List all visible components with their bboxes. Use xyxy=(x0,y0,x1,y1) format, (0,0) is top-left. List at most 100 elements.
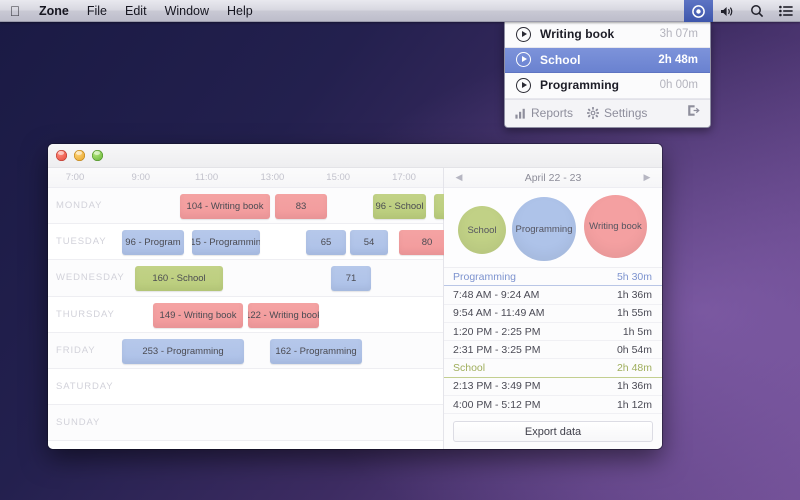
group-name: School xyxy=(453,362,617,374)
task-duration: 0h 00m xyxy=(660,79,698,91)
reports-label: Reports xyxy=(531,106,573,120)
menu-item-edit[interactable]: Edit xyxy=(116,0,156,22)
spotlight-search-icon[interactable] xyxy=(742,0,771,22)
entry-range: 2:13 PM - 3:49 PM xyxy=(453,380,617,392)
timeline-block[interactable]: 71 xyxy=(331,266,371,291)
timeline-block[interactable]: 115 - Programming xyxy=(192,230,260,255)
entry-duration: 1h 36m xyxy=(617,289,652,301)
time-entry-row[interactable]: 1:20 PM - 2:25 PM1h 5m xyxy=(444,323,662,341)
timeline-block[interactable]: 96 - Program xyxy=(122,230,184,255)
window-titlebar[interactable] xyxy=(48,144,662,168)
hour-label: 17:00 xyxy=(392,172,416,183)
entry-group-header[interactable]: Programming5h 30m xyxy=(444,268,662,286)
menu-item-help[interactable]: Help xyxy=(218,0,262,22)
timeline-block[interactable]: 122 - Writing book xyxy=(248,303,319,328)
menu-bar-status-icons xyxy=(684,0,800,22)
detail-panel: ◀ April 22 - 23 ▶ SchoolProgrammingWriti… xyxy=(444,168,662,449)
hour-label: 15:00 xyxy=(326,172,350,183)
task-duration: 3h 07m xyxy=(660,28,698,40)
date-range-nav: ◀ April 22 - 23 ▶ xyxy=(444,168,662,188)
time-entry-list: Programming5h 30m7:48 AM - 9:24 AM1h 36m… xyxy=(444,268,662,416)
close-button[interactable] xyxy=(56,150,67,161)
settings-label: Settings xyxy=(604,106,647,120)
menu-item-window[interactable]: Window xyxy=(156,0,218,22)
day-row: WEDNESDAY160 - School71 xyxy=(48,260,443,296)
export-data-button[interactable]: Export data xyxy=(453,421,653,442)
day-label: SATURDAY xyxy=(56,369,114,404)
timeline-block[interactable]: 65 xyxy=(306,230,346,255)
project-bubble[interactable]: Writing book xyxy=(584,195,647,258)
entry-group-header[interactable]: School2h 48m xyxy=(444,359,662,377)
dropdown-task-school[interactable]: School 2h 48m xyxy=(505,48,710,74)
day-row: MONDAY104 - Writing book8396 - School72 xyxy=(48,188,443,224)
task-label: Programming xyxy=(540,78,660,92)
timeline-block[interactable]: 253 - Programming xyxy=(122,339,244,364)
time-entry-row[interactable]: 2:13 PM - 3:49 PM1h 36m xyxy=(444,378,662,396)
timeline-block[interactable]: 83 xyxy=(275,194,327,219)
day-label: FRIDAY xyxy=(56,333,96,368)
maximize-button[interactable] xyxy=(92,150,103,161)
weekly-timeline: 7:00 9:00 11:00 13:00 15:00 17:00 MONDAY 104 -… xyxy=(48,168,444,449)
timeline-block[interactable]: 149 - Writing book xyxy=(153,303,243,328)
dropdown-footer: Reports Settings xyxy=(505,99,710,127)
zone-status-icon[interactable] xyxy=(684,0,713,22)
day-label: THURSDAY xyxy=(56,297,115,332)
zone-status-dropdown: Writing book 3h 07m School 2h 48m Progra… xyxy=(504,22,711,128)
entry-duration: 0h 54m xyxy=(617,344,652,356)
hour-axis: 7:00 9:00 11:00 13:00 15:00 17:00 xyxy=(48,168,443,188)
project-bubble[interactable]: School xyxy=(458,206,506,254)
bar-chart-icon xyxy=(515,108,526,119)
window-body: 7:00 9:00 11:00 13:00 15:00 17:00 MONDAY 104 -… xyxy=(48,168,662,449)
prev-period-button[interactable]: ◀ xyxy=(453,172,465,183)
hour-label: 11:00 xyxy=(195,172,218,183)
menu-item-file[interactable]: File xyxy=(78,0,116,22)
entry-duration: 1h 12m xyxy=(617,399,652,411)
hour-label: 9:00 xyxy=(132,172,151,183)
group-name: Programming xyxy=(453,271,617,283)
dropdown-task-programming[interactable]: Programming 0h 00m xyxy=(505,73,710,99)
project-bubble[interactable]: Programming xyxy=(512,197,576,261)
entry-range: 1:20 PM - 2:25 PM xyxy=(453,326,623,338)
timeline-block[interactable]: 162 - Programming xyxy=(270,339,362,364)
panel-footer: Export data xyxy=(444,416,662,449)
time-entry-row[interactable]: 4:00 PM - 5:12 PM1h 12m xyxy=(444,396,662,414)
settings-button[interactable]: Settings xyxy=(587,106,647,120)
day-label: TUESDAY xyxy=(56,224,106,259)
timeline-block[interactable]: 160 - School xyxy=(135,266,223,291)
gear-icon xyxy=(587,107,599,119)
exit-arrow-icon[interactable] xyxy=(687,104,700,122)
task-duration: 2h 48m xyxy=(658,54,698,66)
timeline-block[interactable]: 54 xyxy=(350,230,388,255)
volume-icon[interactable] xyxy=(713,0,742,22)
time-entry-row[interactable]: 9:54 AM - 11:49 AM1h 55m xyxy=(444,305,662,323)
notification-center-icon[interactable] xyxy=(771,0,800,22)
menu-bar-left:  Zone File Edit Window Help xyxy=(0,0,262,22)
hour-label: 13:00 xyxy=(261,172,285,183)
timeline-block[interactable]: 96 - School xyxy=(373,194,426,219)
day-label: MONDAY xyxy=(56,188,102,223)
dropdown-task-writing-book[interactable]: Writing book 3h 07m xyxy=(505,22,710,48)
time-entry-row[interactable]: 2:31 PM - 3:25 PM0h 54m xyxy=(444,341,662,359)
play-icon[interactable] xyxy=(516,78,531,93)
day-rows: MONDAY104 - Writing book8396 - School72T… xyxy=(48,188,443,449)
time-entry-row[interactable]: 7:48 AM - 9:24 AM1h 36m xyxy=(444,286,662,304)
next-period-button[interactable]: ▶ xyxy=(641,172,653,183)
day-row: FRIDAY 253 - Programming 162 - Programming xyxy=(48,333,443,369)
entry-duration: 1h 5m xyxy=(623,326,652,338)
apple-logo-icon[interactable]:  xyxy=(0,4,30,18)
play-icon[interactable] xyxy=(516,27,531,42)
hour-label: 7:00 xyxy=(66,172,85,183)
menu-item-zone[interactable]: Zone xyxy=(30,0,78,22)
entry-range: 4:00 PM - 5:12 PM xyxy=(453,399,617,411)
task-label: Writing book xyxy=(540,27,660,41)
minimize-button[interactable] xyxy=(74,150,85,161)
project-bubble-chart: SchoolProgrammingWriting book xyxy=(444,188,662,268)
reports-button[interactable]: Reports xyxy=(515,106,573,120)
entry-duration: 1h 55m xyxy=(617,307,652,319)
play-icon[interactable] xyxy=(516,52,531,67)
day-label: SUNDAY xyxy=(56,405,100,440)
timeline-block[interactable]: 104 - Writing book xyxy=(180,194,270,219)
menu-bar:  Zone File Edit Window Help xyxy=(0,0,800,22)
day-row: SATURDAY xyxy=(48,369,443,405)
day-row: THURSDAY 149 - Writing book122 - Writing … xyxy=(48,297,443,333)
